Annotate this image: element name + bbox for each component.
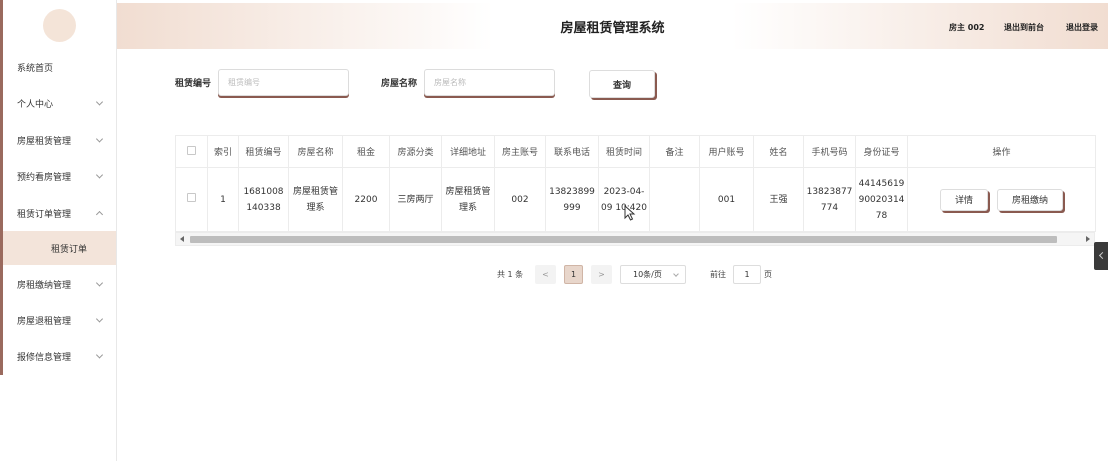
- sidebar: 系统首页 个人中心 房屋租赁管理 预约看房管理 租赁订单管理 租赁订单 房租缴纳…: [0, 0, 117, 461]
- page-suffix: 页: [764, 270, 772, 279]
- column-header: 身份证号: [855, 135, 908, 168]
- row-select-cell[interactable]: [175, 167, 208, 232]
- cell-remark: [649, 167, 700, 232]
- sidebar-item-label: 系统首页: [17, 63, 54, 74]
- select-all-cell[interactable]: [175, 135, 208, 168]
- column-header: 租赁时间: [598, 135, 650, 168]
- table-row: 1 1681008140338 房屋租赁管理系 2200 三房两厅 房屋租赁管理…: [175, 167, 1096, 232]
- page-1-button[interactable]: 1: [564, 265, 583, 284]
- cell-name: 王强: [753, 167, 804, 232]
- cell-house-name: 房屋租赁管理系: [288, 167, 343, 232]
- sidebar-item-house-rental[interactable]: 房屋租赁管理: [3, 122, 116, 158]
- chevron-down-icon: [95, 315, 104, 323]
- sidebar-subitem-rental-orders[interactable]: 租赁订单: [3, 231, 116, 265]
- code-input[interactable]: [218, 69, 349, 96]
- goto-page-input[interactable]: 1: [733, 265, 761, 284]
- page-size-select[interactable]: 10条/页: [620, 265, 686, 284]
- goto-label: 前往: [710, 270, 726, 279]
- cell-rent-time: 2023-04-09 10:420: [598, 167, 650, 232]
- logout-link[interactable]: 退出登录: [1066, 22, 1098, 33]
- column-header: 租金: [342, 135, 390, 168]
- query-button[interactable]: 查询: [589, 70, 655, 98]
- sidebar-item-label: 报修信息管理: [17, 352, 72, 363]
- sidebar-item-label: 房屋租赁管理: [17, 136, 72, 147]
- sidebar-item-checkout[interactable]: 房屋退租管理: [3, 302, 116, 338]
- cell-index: 1: [207, 167, 239, 232]
- table-header-row: 索引 租赁编号 房屋名称 租金 房源分类 详细地址 房主账号 联系电话 租赁时间…: [175, 135, 1096, 168]
- sidebar-item-label: 房屋退租管理: [17, 316, 72, 327]
- cell-user-account: 001: [699, 167, 754, 232]
- pay-rent-button[interactable]: 房租缴纳: [996, 188, 1063, 211]
- chevron-up-icon: [95, 210, 104, 219]
- current-user: 房主 002: [949, 23, 985, 32]
- cell-mobile: 13823877774: [803, 167, 856, 232]
- column-header: 手机号码: [803, 135, 856, 168]
- cell-category: 三房两厅: [389, 167, 442, 232]
- page-size-value: 10条/页: [633, 270, 662, 279]
- cell-address: 房屋租赁管理系: [441, 167, 495, 232]
- avatar[interactable]: [43, 9, 76, 42]
- next-page-button[interactable]: >: [591, 265, 612, 284]
- chevron-down-icon: [95, 135, 104, 143]
- mouse-cursor-icon: [624, 205, 636, 221]
- cell-actions: 详情 房租缴纳: [907, 167, 1096, 232]
- header: 房屋租赁管理系统 房主 002 退出到前台 退出登录: [117, 3, 1108, 49]
- column-header: 用户账号: [699, 135, 754, 168]
- column-header: 详细地址: [441, 135, 495, 168]
- sidebar-item-label: 租赁订单管理: [17, 209, 72, 220]
- chevron-down-icon: [95, 171, 104, 179]
- code-label: 租赁编号: [175, 79, 212, 89]
- detail-button[interactable]: 详情: [940, 188, 989, 211]
- sidebar-item-home[interactable]: 系统首页: [3, 49, 116, 85]
- cell-id-card: 441456199002031478: [855, 167, 908, 232]
- cell-owner-account: 002: [494, 167, 546, 232]
- sidebar-item-orders[interactable]: 租赁订单管理: [3, 195, 116, 231]
- prev-page-button[interactable]: <: [535, 265, 556, 284]
- orders-table: 索引 租赁编号 房屋名称 租金 房源分类 详细地址 房主账号 联系电话 租赁时间…: [175, 135, 1096, 247]
- scrollbar-thumb[interactable]: [190, 236, 1057, 243]
- select-all-checkbox[interactable]: [187, 145, 196, 155]
- chevron-down-icon: [95, 279, 104, 287]
- table-horizontal-scrollbar[interactable]: [175, 232, 1095, 246]
- cell-contact-phone: 13823899999: [545, 167, 599, 232]
- sidebar-item-label: 个人中心: [17, 99, 54, 110]
- cell-code: 1681008140338: [238, 167, 289, 232]
- house-name-input[interactable]: [424, 69, 555, 96]
- chevron-down-icon: [95, 351, 104, 359]
- scroll-right-icon[interactable]: [1086, 236, 1090, 242]
- sidebar-item-repairs[interactable]: 报修信息管理: [3, 338, 116, 374]
- column-header: 租赁编号: [238, 135, 289, 168]
- column-header: 操作: [907, 135, 1096, 168]
- scroll-left-icon[interactable]: [180, 236, 184, 242]
- column-header: 姓名: [753, 135, 804, 168]
- collapse-panel-handle[interactable]: [1094, 242, 1108, 270]
- back-to-front-link[interactable]: 退出到前台: [1004, 22, 1044, 33]
- sidebar-item-label: 预约看房管理: [17, 172, 72, 183]
- column-header: 联系电话: [545, 135, 599, 168]
- sidebar-item-viewing[interactable]: 预约看房管理: [3, 158, 116, 194]
- cell-rent: 2200: [342, 167, 390, 232]
- pagination-total: 共 1 条: [497, 270, 524, 279]
- column-header: 房源分类: [389, 135, 442, 168]
- column-header: 备注: [649, 135, 700, 168]
- column-header: 房屋名称: [288, 135, 343, 168]
- sidebar-subitem-label: 租赁订单: [51, 244, 88, 255]
- house-name-label: 房屋名称: [381, 79, 418, 89]
- sidebar-item-rent-payment[interactable]: 房租缴纳管理: [3, 266, 116, 302]
- column-header: 索引: [207, 135, 239, 168]
- row-checkbox[interactable]: [187, 192, 196, 202]
- sidebar-item-label: 房租缴纳管理: [17, 280, 72, 291]
- column-header: 房主账号: [494, 135, 546, 168]
- chevron-down-icon: [673, 271, 679, 277]
- sidebar-item-profile[interactable]: 个人中心: [3, 85, 116, 121]
- chevron-down-icon: [95, 98, 104, 106]
- app-root: 系统首页 个人中心 房屋租赁管理 预约看房管理 租赁订单管理 租赁订单 房租缴纳…: [0, 0, 1108, 461]
